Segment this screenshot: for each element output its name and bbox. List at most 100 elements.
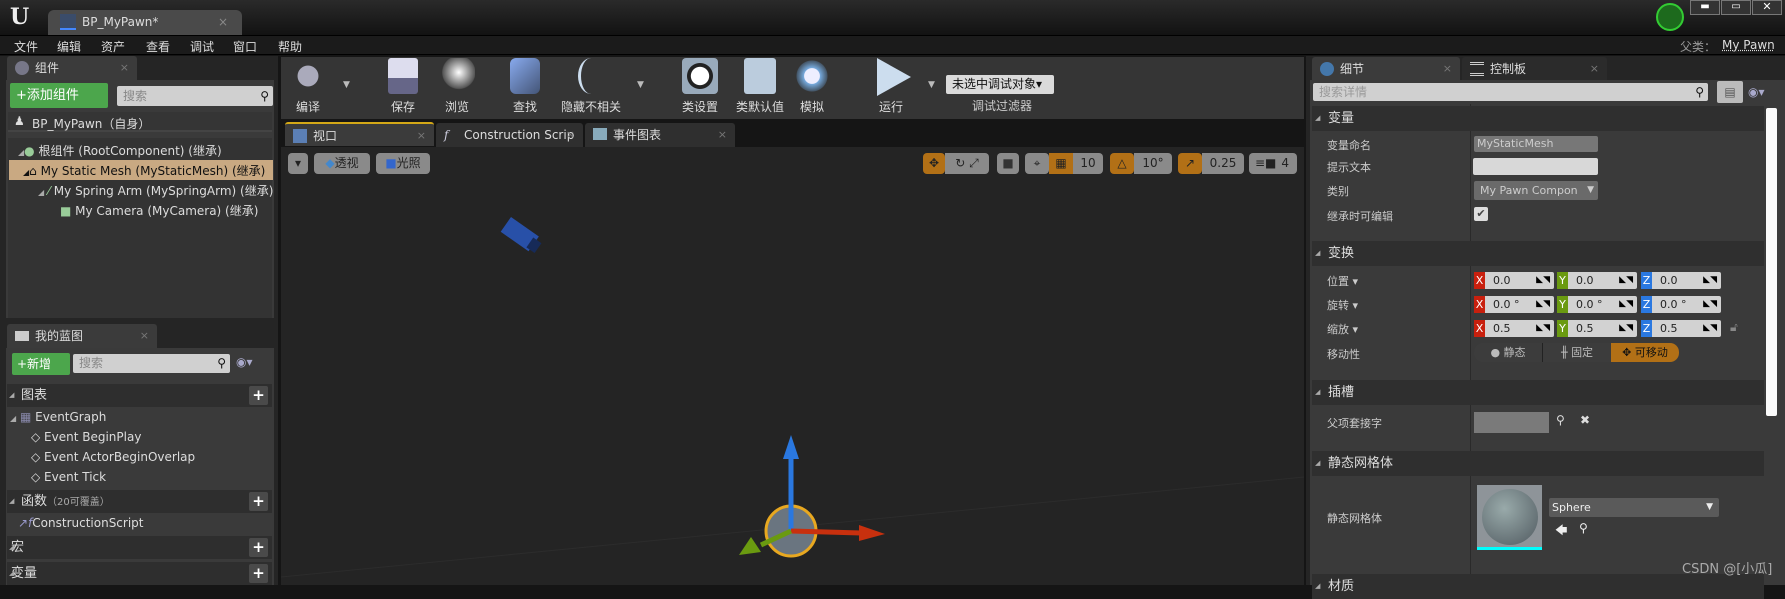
view-options-eye-icon[interactable]: ◉▾ — [236, 355, 253, 369]
view-options-eye-icon[interactable]: ◉▾ — [1748, 85, 1765, 99]
debug-object-select[interactable]: 未选中调试对象▾ — [946, 75, 1054, 94]
variable-name-input[interactable]: MyStaticMesh — [1474, 136, 1598, 152]
maximize-button[interactable]: ▭ — [1721, 0, 1751, 15]
mobility-stationary[interactable]: ╫ 固定 — [1542, 343, 1611, 362]
scale-x-field[interactable]: X 0.5 ◣◥ — [1474, 320, 1554, 337]
event-item[interactable]: ◇ Event BeginPlay — [31, 430, 141, 444]
perspective-button[interactable]: ◆透视 — [314, 153, 370, 174]
menu-edit[interactable]: 编辑 — [57, 38, 81, 55]
translate-mode-button[interactable]: ✥ — [923, 153, 945, 174]
details-scrollbar[interactable] — [1766, 108, 1777, 416]
rotation-label[interactable]: 旋转 ▾ — [1327, 297, 1358, 313]
tab-viewport[interactable]: 视口 × — [285, 122, 434, 146]
editable-on-inherit-checkbox[interactable]: ✔ — [1474, 207, 1488, 221]
rotation-snap-toggle[interactable]: △ — [1110, 153, 1134, 174]
section-material[interactable]: 材质 — [1312, 574, 1764, 599]
function-construction-script[interactable]: ↗fConstructionScript — [18, 516, 144, 530]
mobility-static[interactable]: ● 静态 — [1474, 343, 1542, 362]
menu-window[interactable]: 窗口 — [233, 38, 257, 55]
viewport-options-dropdown[interactable]: ▾ — [288, 153, 308, 174]
tab-event-graph[interactable]: 事件图表 × — [585, 123, 735, 147]
add-function-button[interactable]: + — [249, 492, 268, 511]
mobility-movable[interactable]: ✥ 可移动 — [1611, 343, 1679, 362]
static-mesh-combo[interactable]: Sphere ▼ — [1549, 498, 1719, 517]
scale-label[interactable]: 缩放 ▾ — [1327, 321, 1358, 337]
tooltip-input[interactable] — [1473, 158, 1598, 175]
section-static-mesh[interactable]: 静态网格体 — [1312, 451, 1764, 476]
save-button[interactable]: 保存 — [383, 58, 423, 115]
clear-socket-icon[interactable]: ✖ — [1580, 413, 1590, 427]
scale-snap-value[interactable]: 0.25 — [1202, 153, 1244, 174]
column-divider[interactable] — [1470, 104, 1471, 585]
tab-my-blueprint[interactable]: 我的蓝图 × — [7, 324, 157, 348]
scale-z-field[interactable]: Z 0.5 ◣◥ — [1641, 320, 1721, 337]
components-search-input[interactable]: 搜索 ⚲ — [117, 86, 273, 106]
asset-tab[interactable]: BP_MyPawn* × — [48, 10, 242, 35]
tab-components[interactable]: 组件 × — [7, 56, 137, 80]
surface-snap-button[interactable]: ⌖ — [1025, 153, 1049, 174]
section-variable[interactable]: 变量 — [1312, 106, 1764, 131]
menu-help[interactable]: 帮助 — [278, 38, 302, 55]
tree-item-camera[interactable]: ■ My Camera (MyCamera) (继承) — [60, 202, 258, 219]
add-variable-button[interactable]: + — [249, 564, 268, 583]
graph-event-graph[interactable]: ◢ ▦ EventGraph — [10, 410, 106, 424]
lighting-button[interactable]: ■光照 — [376, 153, 430, 174]
hide-unrelated-dropdown[interactable]: ▼ — [637, 80, 644, 90]
play-options-dropdown[interactable]: ▼ — [928, 80, 935, 90]
self-row[interactable]: ♟ BP_MyPawn（自身） — [8, 112, 272, 132]
scale-y-field[interactable]: Y 0.5 ◣◥ — [1557, 320, 1637, 337]
drag-spin-icon[interactable]: ◣◥ — [1536, 296, 1550, 313]
parent-socket-input[interactable] — [1474, 412, 1549, 433]
close-tab-icon[interactable]: × — [218, 15, 228, 29]
scale-snap-toggle[interactable]: ↗ — [1178, 153, 1202, 174]
menu-asset[interactable]: 资产 — [101, 38, 125, 55]
event-item[interactable]: ◇ Event ActorBeginOverlap — [31, 450, 195, 464]
rotation-snap-value[interactable]: 10° — [1134, 153, 1172, 174]
add-new-button[interactable]: +新增 — [12, 353, 70, 375]
property-matrix-button[interactable]: ▤ — [1717, 81, 1743, 103]
location-label[interactable]: 位置 ▾ — [1327, 273, 1358, 289]
compile-button[interactable]: 编译 — [288, 58, 328, 115]
rotation-y-field[interactable]: Y 0.0 ° ◣◥ — [1557, 296, 1637, 313]
tutorial-icon[interactable] — [1656, 3, 1684, 31]
drag-spin-icon[interactable]: ◣◥ — [1536, 320, 1550, 337]
drag-spin-icon[interactable]: ◣◥ — [1703, 320, 1717, 337]
camera-speed-button[interactable]: ≡■ 4 — [1249, 153, 1297, 174]
section-variables[interactable]: 变量+ — [7, 562, 272, 585]
tab-details[interactable]: 细节 × — [1312, 57, 1460, 81]
browse-socket-icon[interactable]: ⚲ — [1556, 413, 1565, 427]
drag-spin-icon[interactable]: ◣◥ — [1619, 296, 1633, 313]
event-item[interactable]: ◇ Event Tick — [31, 470, 106, 484]
find-button[interactable]: 查找 — [505, 58, 545, 115]
tree-item-static-mesh[interactable]: ◢⌂ My Static Mesh (MyStaticMesh) (继承) — [9, 160, 273, 180]
use-selected-arrow-icon[interactable]: 🡄︎ — [1555, 521, 1567, 542]
minimize-button[interactable]: ▬ — [1690, 0, 1720, 15]
static-mesh-thumbnail[interactable] — [1477, 485, 1542, 550]
add-macro-button[interactable]: + — [249, 538, 268, 557]
drag-spin-icon[interactable]: ◣◥ — [1536, 272, 1550, 289]
blueprint-search-input[interactable]: 搜索 ⚲ — [73, 354, 230, 373]
simulate-button[interactable]: 模拟 — [792, 58, 832, 115]
location-z-field[interactable]: Z 0.0 ◣◥ — [1641, 272, 1721, 289]
location-x-field[interactable]: X 0.0 ◣◥ — [1474, 272, 1554, 289]
class-settings-button[interactable]: 类设置 — [679, 58, 721, 115]
section-sockets[interactable]: 插槽 — [1312, 380, 1764, 405]
tree-item-root[interactable]: ◢● 根组件 (RootComponent) (继承) — [18, 142, 222, 159]
viewport[interactable] — [281, 147, 1304, 585]
section-macros[interactable]: 宏+ — [7, 536, 272, 559]
world-local-button[interactable]: ■ — [997, 153, 1019, 174]
compile-options-dropdown[interactable]: ▼ — [343, 80, 350, 90]
rotation-z-field[interactable]: Z 0.0 ° ◣◥ — [1641, 296, 1721, 313]
grid-snap-toggle[interactable]: ▦ — [1049, 153, 1073, 174]
grid-snap-value[interactable]: 10 — [1073, 153, 1103, 174]
drag-spin-icon[interactable]: ◣◥ — [1619, 272, 1633, 289]
add-graph-button[interactable]: + — [249, 386, 268, 405]
browse-button[interactable]: 浏览 — [437, 58, 477, 115]
play-button[interactable]: 运行 — [871, 58, 911, 115]
menu-view[interactable]: 查看 — [146, 38, 170, 55]
category-combo[interactable]: My Pawn Compon ▼ — [1474, 181, 1598, 200]
menu-file[interactable]: 文件 — [14, 38, 38, 55]
rotation-x-field[interactable]: X 0.0 ° ◣◥ — [1474, 296, 1554, 313]
section-functions[interactable]: 函数（20可覆盖）+ — [7, 490, 272, 513]
tree-item-spring-arm[interactable]: ◢ ⁄ My Spring Arm (MySpringArm) (继承) — [38, 182, 273, 199]
